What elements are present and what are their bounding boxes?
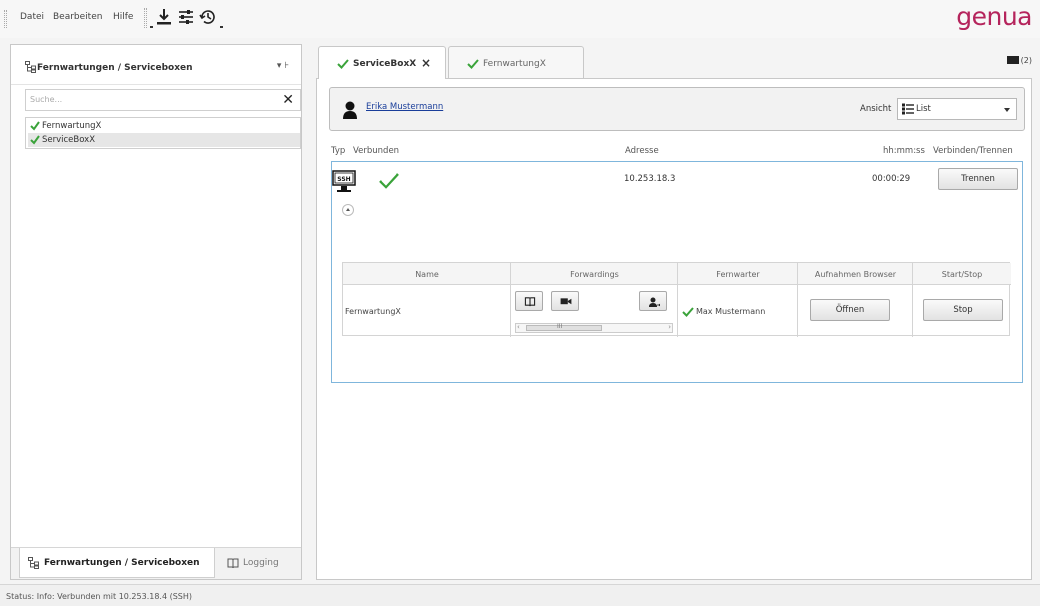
col-aufnahmen: Aufnahmen Browser Öffnen	[798, 263, 913, 337]
forward-button-book[interactable]	[515, 291, 543, 311]
video-camera-icon	[560, 298, 572, 305]
col-forwardings: Forwardings ‹ III ›	[511, 263, 678, 337]
left-panel-title: Fernwartungen / Serviceboxen	[37, 63, 193, 73]
fernwarter-name: Max Mustermann	[696, 307, 766, 316]
tree-item-serviceboxx[interactable]: ServiceBoxX	[28, 133, 300, 147]
search-input[interactable]: Suche... ✕	[25, 89, 301, 111]
tree-item-label: ServiceBoxX	[42, 135, 96, 145]
user-icon	[343, 101, 357, 119]
close-icon[interactable]: ×	[421, 56, 431, 70]
scroll-grip: III	[557, 323, 563, 330]
col-start-stop: Start/Stop Stop	[913, 263, 1011, 337]
menubar: Datei Bearbeiten Hilfe genua	[0, 0, 1040, 38]
col-fernwarter: Fernwarter Max Mustermann	[678, 263, 798, 337]
header-name: Name	[415, 270, 439, 279]
toolbar-grip[interactable]	[4, 10, 7, 28]
view-select-value: List	[916, 104, 931, 114]
check-icon	[682, 307, 694, 317]
chevron-down-icon[interactable]	[150, 26, 153, 28]
forward-button-user[interactable]	[639, 291, 667, 311]
book-icon	[227, 558, 239, 569]
forwardings-scrollbar[interactable]: ‹ III ›	[515, 323, 673, 333]
open-recordings-button[interactable]: Öffnen	[810, 299, 890, 321]
chevron-down-icon[interactable]	[220, 26, 223, 28]
forward-button-video[interactable]	[551, 291, 579, 311]
folder-count-label: (2)	[1020, 56, 1032, 65]
document-tabs: ServiceBoxX × FernwartungX (2)	[316, 44, 1032, 79]
view-label: Ansicht	[860, 104, 892, 114]
history-icon[interactable]	[198, 7, 218, 27]
tab-logging[interactable]: Logging	[219, 548, 297, 578]
check-icon	[30, 135, 40, 145]
book-icon	[524, 297, 536, 307]
address-value: 10.253.18.3	[624, 174, 676, 184]
fernwartung-name: FernwartungX	[345, 307, 401, 316]
scroll-right-icon[interactable]: ›	[668, 323, 671, 331]
left-panel-tabs: Fernwartungen / Serviceboxen Logging	[11, 547, 301, 579]
disconnect-button[interactable]: Trennen	[938, 168, 1018, 190]
tree-structure-icon	[25, 61, 36, 73]
col-name: Name FernwartungX	[343, 263, 511, 337]
left-panel-header: Fernwartungen / Serviceboxen ▾ ⊦	[11, 45, 301, 85]
col-action: Verbinden/Trennen	[933, 146, 1013, 156]
tab-label: Fernwartungen / Serviceboxen	[44, 558, 200, 568]
tree-item-fernwartungx[interactable]: FernwartungX	[28, 119, 300, 133]
tab-label: ServiceBoxX	[353, 59, 417, 69]
menu-hilfe[interactable]: Hilfe	[113, 12, 133, 22]
header-aufnahmen: Aufnahmen Browser	[814, 270, 897, 279]
tab-fernwartungen[interactable]: Fernwartungen / Serviceboxen	[19, 548, 215, 578]
stop-button[interactable]: Stop	[923, 299, 1003, 321]
right-panel: ServiceBoxX × FernwartungX (2) Erika Mus…	[316, 44, 1032, 580]
settings-sliders-icon[interactable]	[176, 7, 196, 27]
open-sessions-count[interactable]: (2)	[1006, 56, 1032, 65]
connected-check-icon	[379, 173, 399, 189]
ssh-badge-text: SSH	[337, 176, 350, 183]
tree-item-label: FernwartungX	[42, 121, 102, 131]
status-bar: Status: Info: Verbunden mit 10.253.18.4 …	[0, 584, 1040, 606]
panel-pin-controls[interactable]: ▾ ⊦	[277, 61, 289, 71]
left-panel: Fernwartungen / Serviceboxen ▾ ⊦ Suche..…	[10, 44, 302, 580]
grid-header: Typ Verbunden Adresse hh:mm:ss Verbinden…	[329, 139, 1025, 161]
collapse-icon[interactable]	[342, 204, 354, 216]
tab-label: Logging	[243, 558, 279, 568]
scroll-thumb[interactable]: III	[526, 323, 602, 331]
tab-fernwartungx[interactable]: FernwartungX	[448, 46, 584, 78]
ssh-terminal-icon: SSH	[332, 170, 356, 192]
tree-structure-icon	[28, 557, 39, 569]
col-time: hh:mm:ss	[883, 146, 925, 156]
tab-serviceboxx[interactable]: ServiceBoxX ×	[318, 46, 446, 79]
col-typ: Typ	[331, 146, 346, 156]
user-link[interactable]: Erika Mustermann	[366, 102, 443, 112]
toolbar-separator	[144, 8, 147, 28]
user-box: Erika Mustermann Ansicht List	[329, 87, 1025, 131]
header-start-stop: Start/Stop	[941, 270, 983, 279]
menu-datei[interactable]: Datei	[20, 12, 44, 22]
tab-label: FernwartungX	[483, 59, 546, 69]
check-icon	[467, 59, 479, 69]
clear-search-icon[interactable]: ✕	[282, 92, 294, 108]
tree-list: FernwartungX ServiceBoxX	[25, 117, 301, 149]
connection-row[interactable]: SSH 10.253.18.3 00:00:29 Trennen Name Fe…	[331, 161, 1023, 383]
col-adresse: Adresse	[625, 146, 659, 156]
genua-logo: genua	[956, 2, 1032, 31]
header-fernwarter: Fernwarter	[716, 270, 760, 279]
menu-bearbeiten[interactable]: Bearbeiten	[53, 12, 102, 22]
folder-icon	[1006, 56, 1019, 64]
scroll-left-icon[interactable]: ‹	[517, 323, 520, 331]
header-forwardings: Forwardings	[570, 270, 619, 279]
check-icon	[30, 121, 40, 131]
col-verbunden: Verbunden	[353, 146, 400, 156]
forwarding-table: Name FernwartungX Forwardings ‹ III › Fe…	[342, 262, 1011, 337]
download-icon[interactable]	[154, 7, 174, 27]
search-placeholder: Suche...	[30, 95, 63, 104]
chevron-down-icon	[1004, 108, 1010, 112]
user-transfer-icon	[649, 297, 660, 307]
check-icon	[337, 59, 349, 69]
tab-content: Erika Mustermann Ansicht List Typ Verbun…	[316, 78, 1032, 580]
list-icon	[902, 103, 914, 115]
status-text: Status: Info: Verbunden mit 10.253.18.4 …	[6, 592, 193, 601]
time-value: 00:00:29	[872, 174, 911, 184]
view-select[interactable]: List	[897, 98, 1017, 120]
